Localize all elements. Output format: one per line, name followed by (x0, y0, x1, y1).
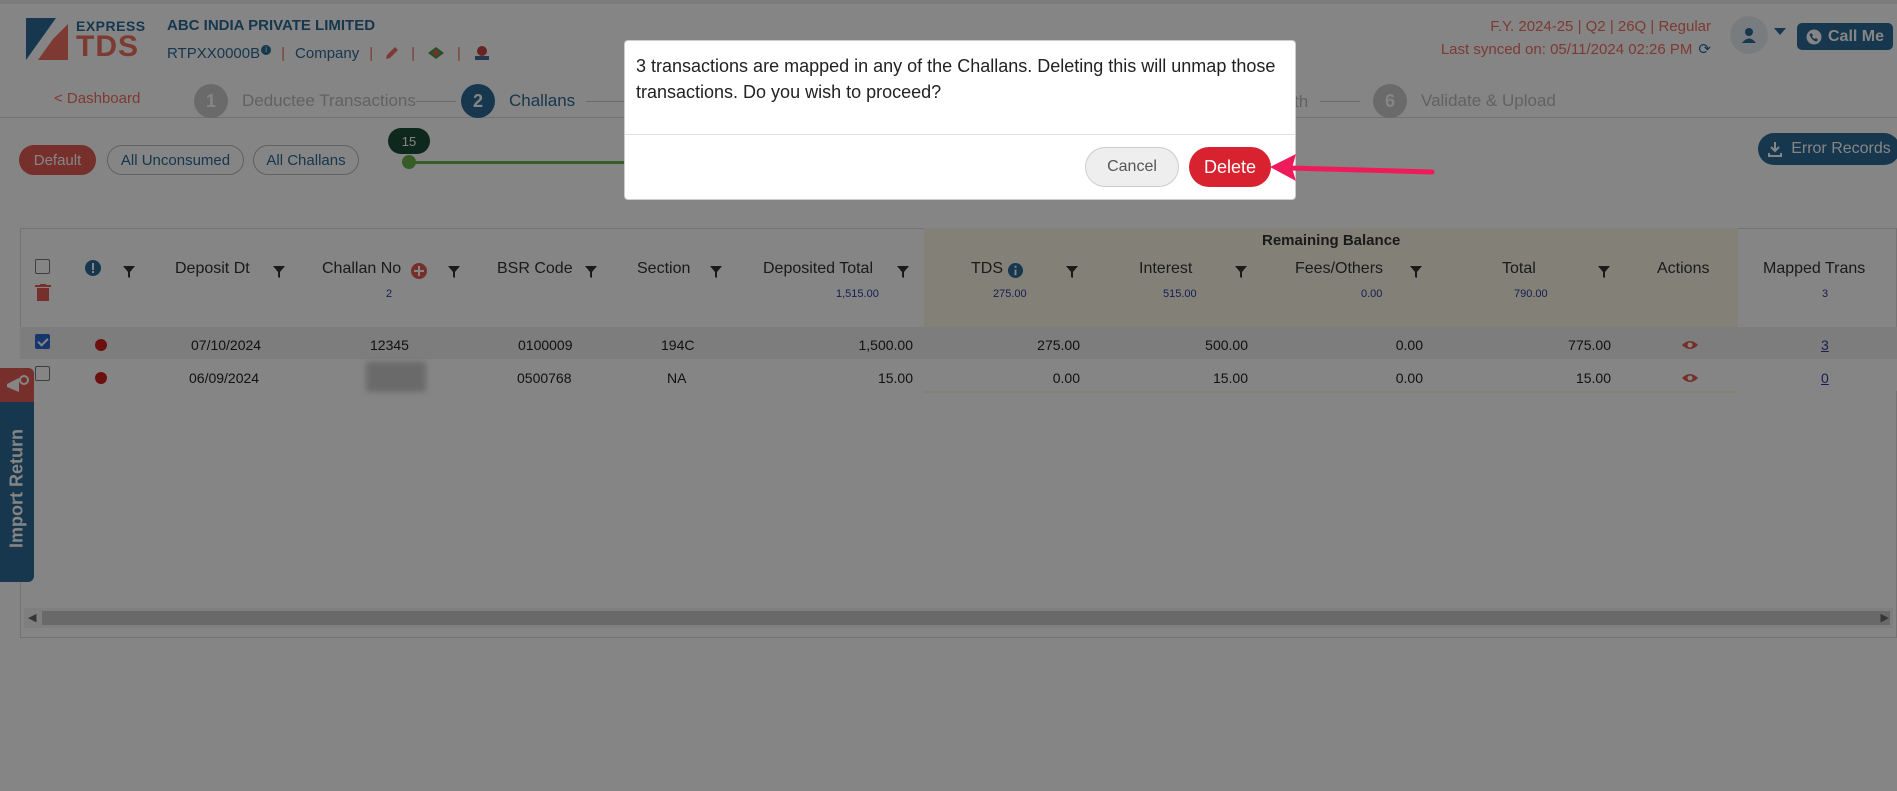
annotation-arrow-icon (1270, 154, 1435, 181)
app-page: EXPRESS TDS ABC INDIA PRIVATE LIMITED RT… (0, 0, 1897, 791)
dialog-divider (625, 134, 1295, 135)
delete-button[interactable]: Delete (1189, 147, 1271, 187)
cancel-button[interactable]: Cancel (1085, 147, 1179, 187)
confirm-delete-dialog: 3 transactions are mapped in any of the … (624, 40, 1296, 200)
dialog-message: 3 transactions are mapped in any of the … (636, 56, 1276, 102)
